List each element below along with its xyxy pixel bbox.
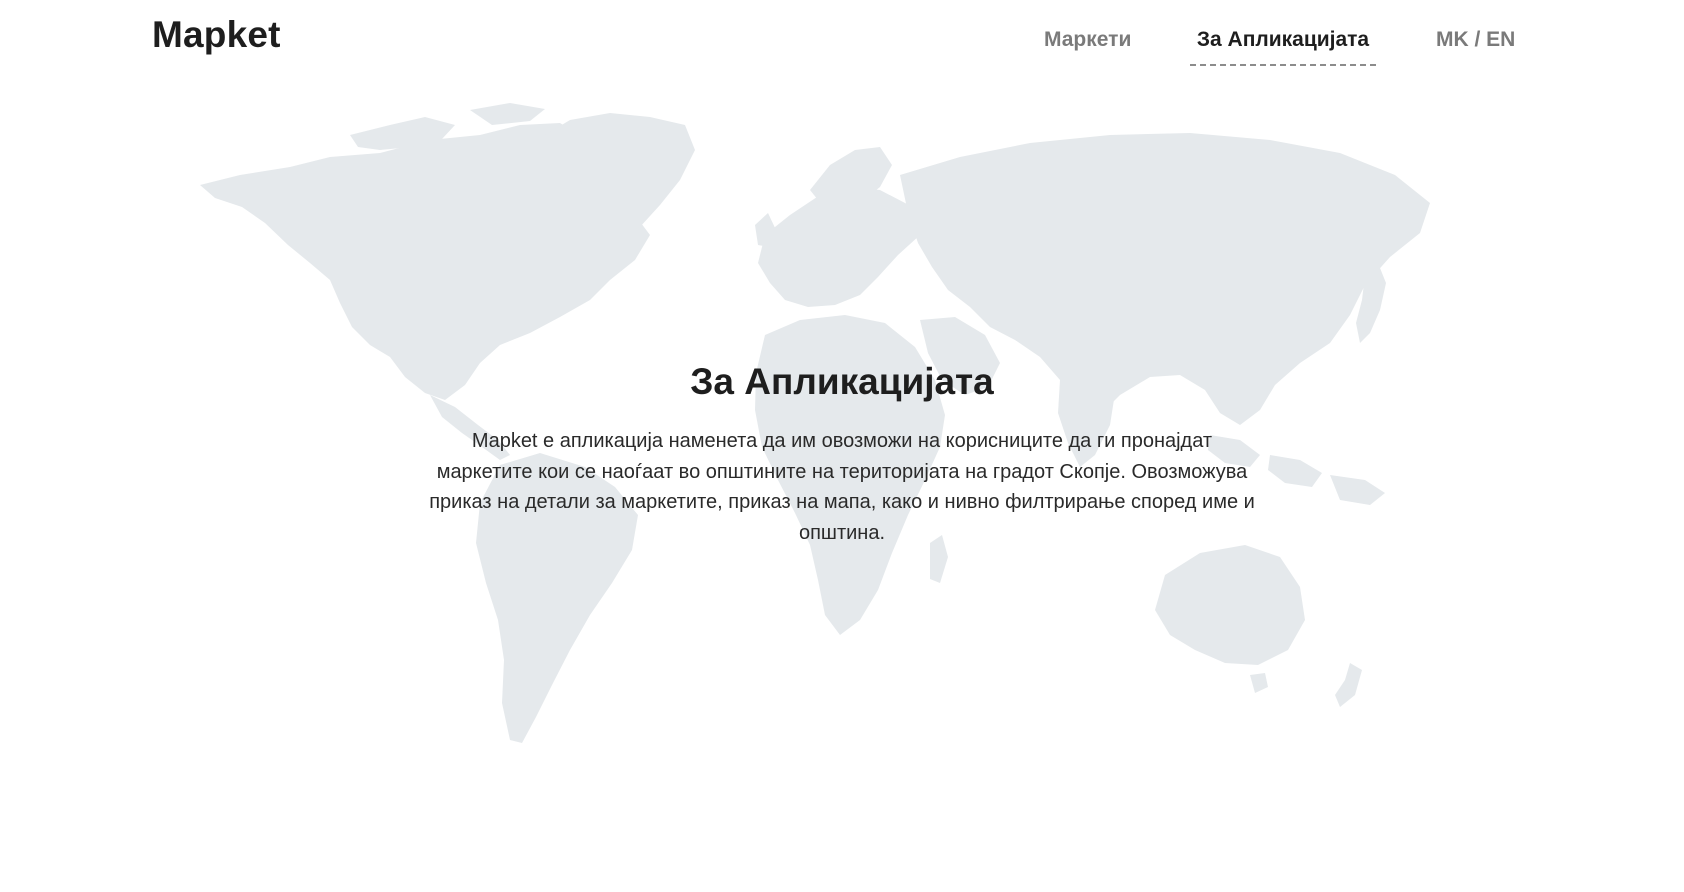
page: Mapket Маркети За Апликацијата MK / EN З…: [0, 0, 1684, 892]
about-section: За Апликацијата Mapket е апликација наме…: [392, 358, 1292, 548]
map-australia: [1155, 545, 1305, 665]
page-title: За Апликацијата: [690, 361, 994, 402]
brand-logo[interactable]: Mapket: [152, 14, 281, 56]
nav-link-about[interactable]: За Апликацијата: [1190, 28, 1376, 66]
language-switch[interactable]: MK / EN: [1436, 28, 1515, 52]
about-description: Mapket е апликација наменета да им овозм…: [429, 430, 1255, 544]
site-header: Mapket Маркети За Апликацијата MK / EN: [0, 0, 1684, 80]
nav-link-markets[interactable]: Маркети: [1044, 28, 1131, 52]
